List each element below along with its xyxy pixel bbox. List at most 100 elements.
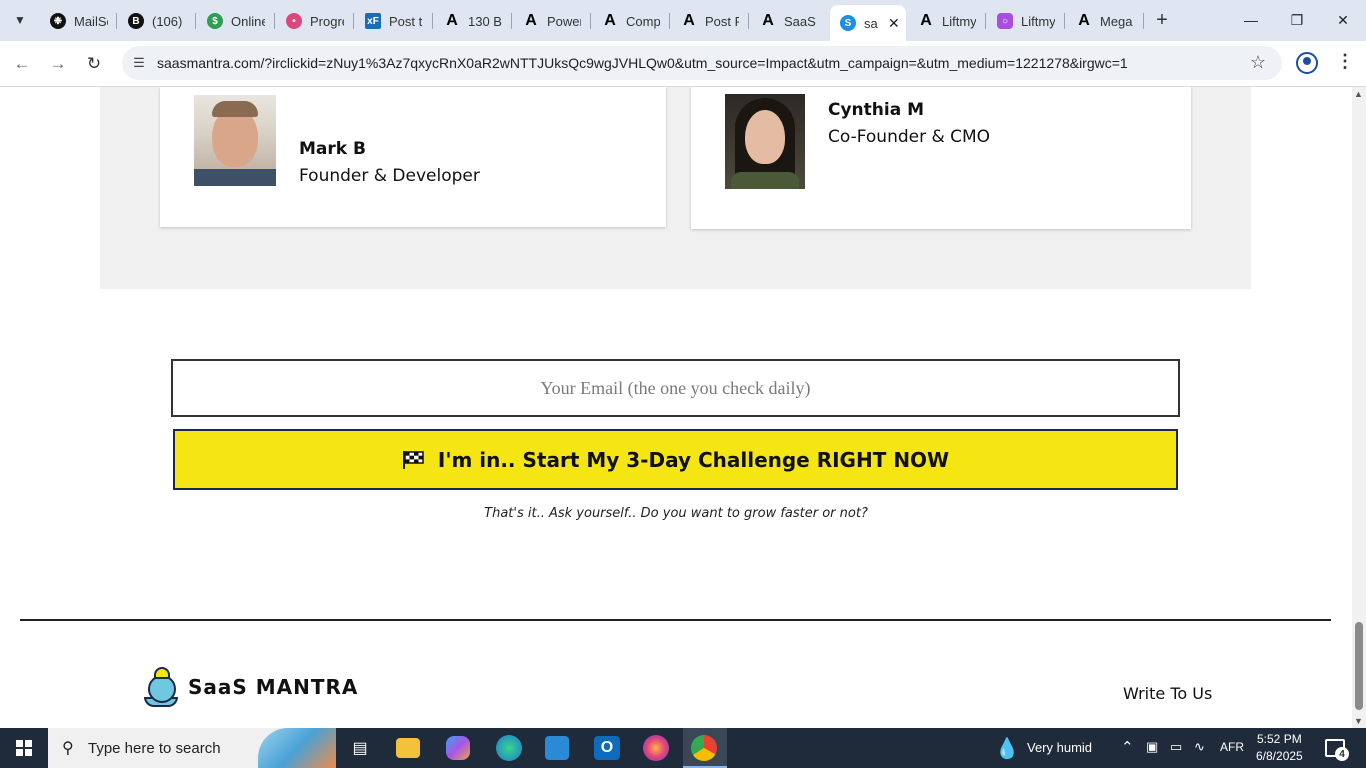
browser-toolbar: ← → ↻ ☰ saasmantra.com/?irclickid=zNuy1%… [0, 41, 1366, 87]
openai-icon: ❉ [50, 13, 66, 29]
reload-button[interactable]: ↻ [80, 50, 108, 78]
tab-progress[interactable]: • Progre [276, 6, 352, 36]
tab-title: Comp [626, 13, 660, 29]
dots-icon: • [286, 13, 302, 29]
tab-search-button[interactable]: ▼ [8, 8, 32, 32]
site-settings-icon[interactable]: ☰ [130, 54, 148, 72]
page-content: Mark B Founder & Developer Cynthia M Co-… [0, 87, 1352, 728]
tab-title: (106) [152, 13, 183, 29]
saas-mantra-logo[interactable]: SaaS MANTRA [144, 667, 358, 707]
a-icon: A [446, 12, 458, 29]
footer-divider [20, 619, 1331, 621]
tab-title: sa [864, 15, 878, 31]
tab-power[interactable]: A Power [513, 6, 589, 36]
menu-kebab-icon[interactable]: ⋮ [1336, 51, 1354, 72]
tab-title: Mega [1100, 13, 1133, 29]
tab-saas-m[interactable]: A SaaS M [750, 6, 826, 36]
tab-mailsc[interactable]: ❉ MailSc [40, 6, 116, 36]
notification-count: 4 [1335, 747, 1349, 761]
s-icon: S [840, 15, 856, 31]
weather-drop-icon[interactable]: 💧 [993, 734, 1021, 762]
genie-logo-icon [144, 667, 180, 707]
tab-liftmy-2[interactable]: ○ Liftmy [987, 6, 1063, 36]
a-icon: A [604, 12, 616, 29]
xf-icon: xF [365, 13, 381, 29]
checkered-flag-icon [402, 450, 424, 469]
scrollbar-thumb[interactable] [1355, 622, 1363, 710]
file-explorer-icon[interactable] [396, 738, 420, 758]
a-icon: A [1078, 12, 1090, 29]
search-highlight-illustration [258, 728, 336, 768]
tab-title: Post t [389, 13, 423, 29]
forward-button[interactable]: → [44, 50, 72, 78]
edge-icon[interactable] [496, 735, 522, 761]
language-indicator[interactable]: AFR [1220, 740, 1244, 754]
clock-date: 6/8/2025 [1256, 749, 1303, 763]
address-bar[interactable]: ☰ saasmantra.com/?irclickid=zNuy1%3Az7qx… [122, 46, 1282, 80]
tray-chevron-icon[interactable]: ⌃ [1121, 738, 1134, 756]
start-challenge-button[interactable]: I'm in.. Start My 3-Day Challenge RIGHT … [173, 429, 1178, 490]
copilot-icon[interactable] [446, 736, 470, 760]
profile-icon[interactable] [1296, 52, 1318, 74]
a-icon: A [683, 12, 695, 29]
task-view-icon[interactable]: ▤ [346, 734, 374, 762]
team-section: Mark B Founder & Developer Cynthia M Co-… [100, 87, 1251, 289]
weather-text[interactable]: Very humid [1027, 740, 1092, 755]
person-name: Mark B [299, 139, 366, 159]
taskbar-search-placeholder: Type here to search [88, 740, 221, 757]
a-icon: A [762, 12, 774, 29]
tab-title: Liftmy [942, 13, 976, 29]
tab-liftmy-1[interactable]: A Liftmy [908, 6, 984, 36]
close-window-button[interactable]: ✕ [1320, 6, 1366, 34]
start-button[interactable] [0, 728, 48, 768]
outlook-icon[interactable]: O [594, 736, 620, 760]
taskbar-search[interactable]: ⚲ Type here to search [48, 728, 336, 768]
minimize-button[interactable]: — [1228, 6, 1274, 34]
email-input[interactable] [171, 359, 1180, 417]
firefox-icon[interactable] [643, 735, 669, 761]
page-scrollbar[interactable]: ▲ ▼ [1352, 87, 1366, 728]
team-card-cynthia: Cynthia M Co-Founder & CMO [691, 87, 1191, 229]
notification-center-icon[interactable]: 4 [1325, 739, 1349, 761]
scroll-down-icon[interactable]: ▼ [1354, 716, 1363, 726]
close-tab-icon[interactable]: ✕ [888, 15, 900, 32]
a-icon: A [920, 12, 932, 29]
dollar-icon: $ [207, 13, 223, 29]
new-tab-button[interactable]: + [1150, 8, 1174, 32]
clock-time: 5:52 PM [1257, 732, 1302, 746]
wifi-icon[interactable]: ∿ [1194, 739, 1205, 755]
battery-icon[interactable]: ▭ [1170, 739, 1182, 755]
chrome-icon[interactable] [691, 735, 717, 761]
avatar-mark [194, 95, 276, 186]
windows-taskbar: ⚲ Type here to search ▤ O 💧 Very humid ⌃… [0, 728, 1366, 768]
scroll-up-icon[interactable]: ▲ [1354, 89, 1363, 99]
bookmark-star-icon[interactable]: ☆ [1250, 52, 1266, 73]
tab-comp[interactable]: A Comp [592, 6, 668, 36]
tab-title: MailSc [74, 13, 108, 29]
tab-post-t[interactable]: xF Post t [355, 6, 431, 36]
tab-post-p[interactable]: A Post P [671, 6, 747, 36]
write-to-us-link[interactable]: Write To Us [1123, 684, 1212, 703]
team-card-mark: Mark B Founder & Developer [160, 87, 666, 227]
person-role: Co-Founder & CMO [828, 127, 991, 147]
liftmy-icon: ○ [997, 13, 1013, 29]
tab-106[interactable]: B (106) [118, 6, 194, 36]
clock[interactable]: 5:52 PM 6/8/2025 [1256, 731, 1303, 765]
restore-button[interactable]: ❐ [1274, 6, 1320, 34]
url-text[interactable]: saasmantra.com/?irclickid=zNuy1%3Az7qxyc… [157, 55, 1128, 71]
a-icon: A [525, 12, 537, 29]
tab-strip: ▼ ❉ MailSc B (106) $ Online • Progre xF … [0, 0, 1366, 41]
back-button[interactable]: ← [8, 50, 36, 78]
tab-title: Power [547, 13, 581, 29]
tab-saasmantra-active[interactable]: S sa ✕ [830, 5, 906, 41]
tab-title: SaaS M [784, 13, 818, 29]
meet-icon[interactable]: ▣ [1146, 739, 1158, 755]
cta-subnote: That's it.. Ask yourself.. Do you want t… [484, 506, 868, 521]
tab-title: Liftmy [1021, 13, 1055, 29]
store-icon[interactable] [545, 736, 569, 760]
tab-mega[interactable]: A Mega [1066, 6, 1144, 36]
tab-online[interactable]: $ Online [197, 6, 273, 36]
cta-label: I'm in.. Start My 3-Day Challenge RIGHT … [437, 447, 950, 472]
tab-130b[interactable]: A 130 B [434, 6, 510, 36]
tab-title: Online [231, 13, 265, 29]
